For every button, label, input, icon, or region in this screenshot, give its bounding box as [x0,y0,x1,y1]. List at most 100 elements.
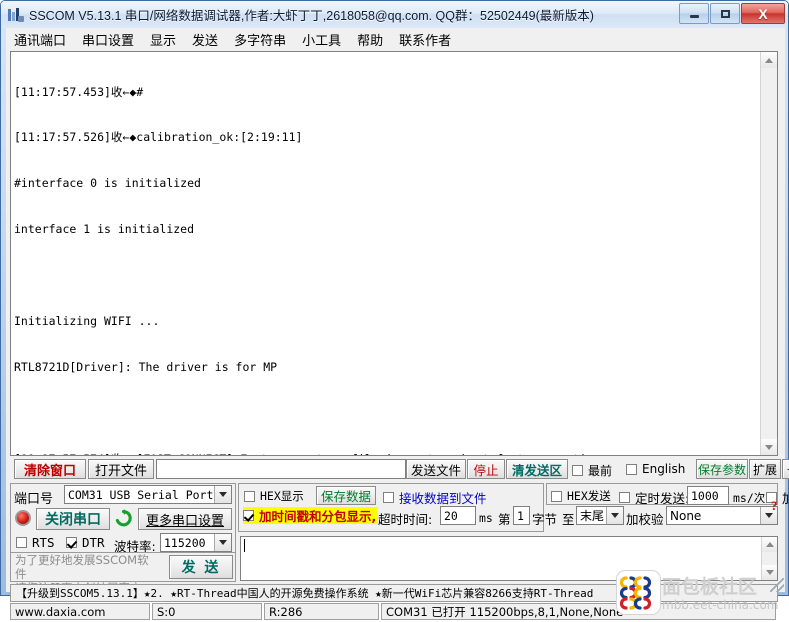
status-website[interactable]: www.daxia.com [10,603,150,620]
crlf-row[interactable]: 加回车换行 [766,488,789,507]
port-select[interactable]: COM31 USB Serial Port [64,485,232,504]
port-status-led [15,510,31,526]
dtr-checkbox-row[interactable]: DTR [66,535,105,550]
collapse-button[interactable]: — [782,459,789,479]
timed-send-row[interactable]: 定时发送: [619,488,689,507]
send-text-content [241,537,761,580]
recv-to-file-row[interactable]: 接收数据到文件 [383,488,487,507]
close-port-label: 关闭串口 [45,512,101,528]
client-area: 通讯端口 串口设置 显示 发送 多字符串 小工具 帮助 联系作者 [11:17:… [6,28,789,620]
file-path-input[interactable] [156,459,406,479]
close-button[interactable]: X [741,3,785,24]
menu-item-port-settings[interactable]: 串口设置 [82,30,134,49]
dtr-checkbox[interactable] [66,537,77,548]
chevron-down-icon[interactable] [214,534,231,551]
open-file-button[interactable]: 打开文件 [88,459,154,479]
byte-from-input[interactable]: 1 [513,506,530,525]
terminal-line: [11:17:57.574]收←◆[FAST_CONNECT] Fast con… [14,452,757,455]
hex-display-row[interactable]: HEX显示 [244,488,304,504]
menu-item-contact[interactable]: 联系作者 [399,30,451,49]
close-icon: X [758,5,768,22]
topmost-checkbox-row[interactable]: 最前 [572,462,612,479]
menu-item-multistring[interactable]: 多字符串 [234,30,286,49]
byte-to-value: 末尾 [580,509,605,523]
clear-send-area-button[interactable]: 清发送区 [506,459,568,479]
byte-to-select[interactable]: 末尾 [576,506,624,525]
extend-button[interactable]: 扩展 [749,459,781,479]
promo-banner-text: 【升级到SSCOM5.13.1】★2. ★RT-Thread中国人的开源免费操作… [16,587,594,600]
clear-window-label: 清除窗口 [23,463,76,479]
topmost-checkbox[interactable] [572,465,583,476]
hex-send-row[interactable]: HEX发送 [551,488,611,504]
help-icon[interactable]: ? [771,498,778,514]
checksum-select[interactable]: None [666,506,778,525]
send-textarea[interactable] [240,536,778,581]
menu-item-help[interactable]: 帮助 [357,30,383,49]
terminal-scrollbar[interactable] [760,52,777,455]
minimize-button[interactable] [679,3,709,24]
crlf-label: 加回车换行 [782,491,789,506]
send-file-button[interactable]: 发送文件 [406,459,466,479]
timeout-input[interactable]: 20 [440,506,476,525]
hex-send-label: HEX发送 [567,489,611,503]
english-label: English [642,462,686,476]
rts-checkbox[interactable] [16,537,27,548]
menu-item-comm-port[interactable]: 通讯端口 [14,30,66,49]
menu-bar: 通讯端口 串口设置 显示 发送 多字符串 小工具 帮助 联系作者 [6,28,785,50]
byte-unit-label: 字节 [532,512,558,527]
byte-from-label: 第 [498,512,511,527]
chevron-down-icon[interactable] [606,507,623,524]
clear-window-button[interactable]: 清除窗口 [14,459,86,479]
checksum-label: 加校验 [626,512,664,527]
hex-display-label: HEX显示 [260,489,304,503]
open-file-label: 打开文件 [94,463,147,479]
clear-send-area-label: 清发送区 [511,462,562,478]
window-title: SSCOM V5.13.1 串口/网络数据调试器,作者:大虾丁丁,2618058… [29,9,594,23]
scroll-up-icon[interactable] [762,537,777,552]
hex-send-checkbox[interactable] [551,490,562,502]
terminal-line: RTL8721D[Driver]: The driver is for MP [14,359,278,374]
scroll-down-icon[interactable] [761,439,777,455]
send-button-label: 发 送 [181,560,221,576]
timed-interval-input[interactable]: 1000 [687,486,729,505]
refresh-icon[interactable] [114,509,133,528]
english-checkbox[interactable] [626,463,637,475]
resize-grip[interactable] [770,578,784,592]
rts-checkbox-row[interactable]: RTS [16,535,55,550]
status-bar: www.daxia.com S:0 R:286 COM31 已打开 115200… [10,603,778,620]
maximize-button[interactable] [710,3,740,24]
timestamp-checkbox[interactable] [243,510,254,521]
save-params-button[interactable]: 保存参数 [696,459,748,479]
hex-display-checkbox[interactable] [244,490,255,502]
status-sent-count: S:0 [152,603,262,620]
promo-line-1: 为了更好地发展SSCOM软件 [15,553,149,581]
menu-item-display[interactable]: 显示 [150,30,176,49]
timestamp-highlight[interactable]: 加时间戳和分包显示, [243,507,379,524]
menu-item-tools[interactable]: 小工具 [302,30,341,49]
checksum-value: None [670,508,702,523]
more-port-settings-button[interactable]: 更多串口设置 [138,508,232,530]
english-checkbox-row[interactable]: English [626,462,685,476]
terminal-line: [11:17:57.526]收←◆calibration_ok:[2:19:11… [14,130,303,145]
terminal-output[interactable]: [11:17:57.453]收←◆# [11:17:57.526]收←◆cali… [11,52,760,455]
timed-interval-unit: ms/次 [733,491,766,505]
timeout-label: 超时时间: [378,512,433,527]
baud-select[interactable]: 115200 [160,533,232,552]
recv-to-file-checkbox[interactable] [383,492,394,503]
stop-button[interactable]: 停止 [467,459,505,479]
extend-label: 扩展 [752,462,777,477]
scroll-up-icon[interactable] [761,52,777,68]
rts-label: RTS [32,535,55,550]
menu-item-send[interactable]: 发送 [192,30,218,49]
save-data-button[interactable]: 保存数据 [316,486,376,505]
promo-banner[interactable]: 【升级到SSCOM5.13.1】★2. ★RT-Thread中国人的开源免费操作… [10,584,778,602]
send-scrollbar[interactable] [761,537,777,580]
send-button[interactable]: 发 送 [169,555,233,579]
timed-send-checkbox[interactable] [619,492,630,503]
close-port-button[interactable]: 关闭串口 [36,508,110,530]
topmost-label: 最前 [588,464,613,478]
save-params-label: 保存参数 [697,462,746,477]
chevron-down-icon[interactable] [214,486,231,503]
